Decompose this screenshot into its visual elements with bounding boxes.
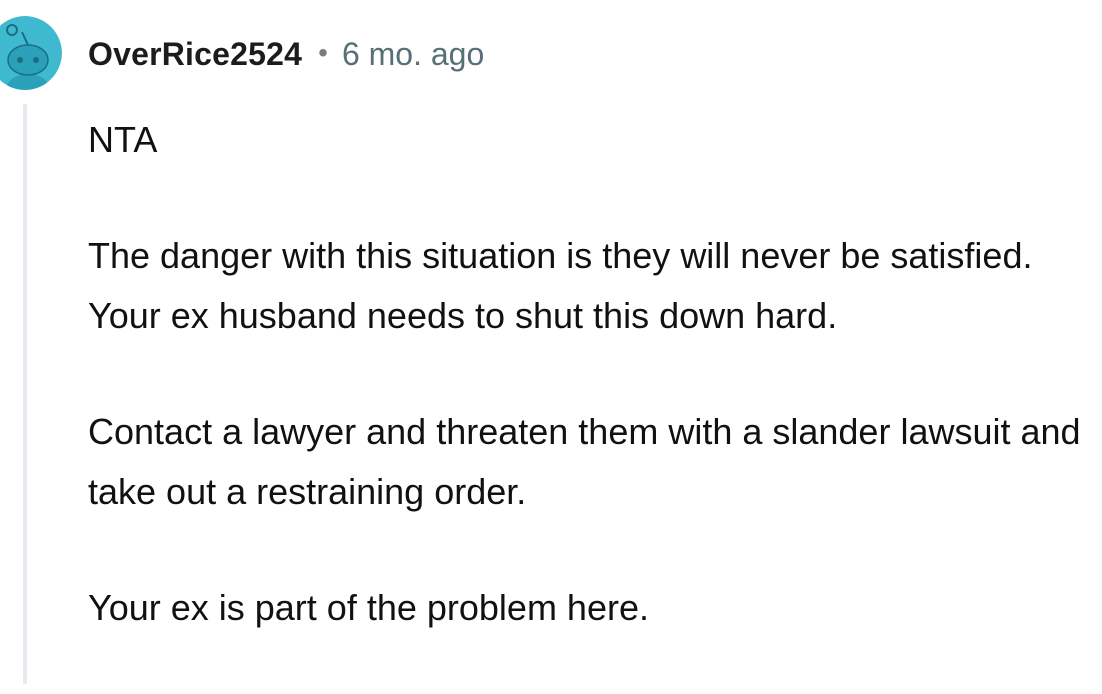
comment-paragraph: Your ex is part of the problem here. xyxy=(88,587,649,628)
user-avatar[interactable] xyxy=(0,16,62,90)
meta-separator: • xyxy=(318,37,328,68)
comment-paragraph: NTA xyxy=(88,119,158,160)
thread-collapse-line[interactable] xyxy=(23,104,27,684)
comment-body: NTA The danger with this situation is th… xyxy=(88,110,1088,694)
comment-paragraph: The danger with this situation is they w… xyxy=(88,235,1033,336)
comment-paragraph: Contact a lawyer and threaten them with … xyxy=(88,411,1081,512)
comment-author[interactable]: OverRice2524 xyxy=(88,36,302,73)
comment-header: OverRice2524 • 6 mo. ago xyxy=(88,30,484,78)
reddit-snoo-avatar-icon xyxy=(0,16,62,90)
comment-timestamp[interactable]: 6 mo. ago xyxy=(342,36,484,73)
